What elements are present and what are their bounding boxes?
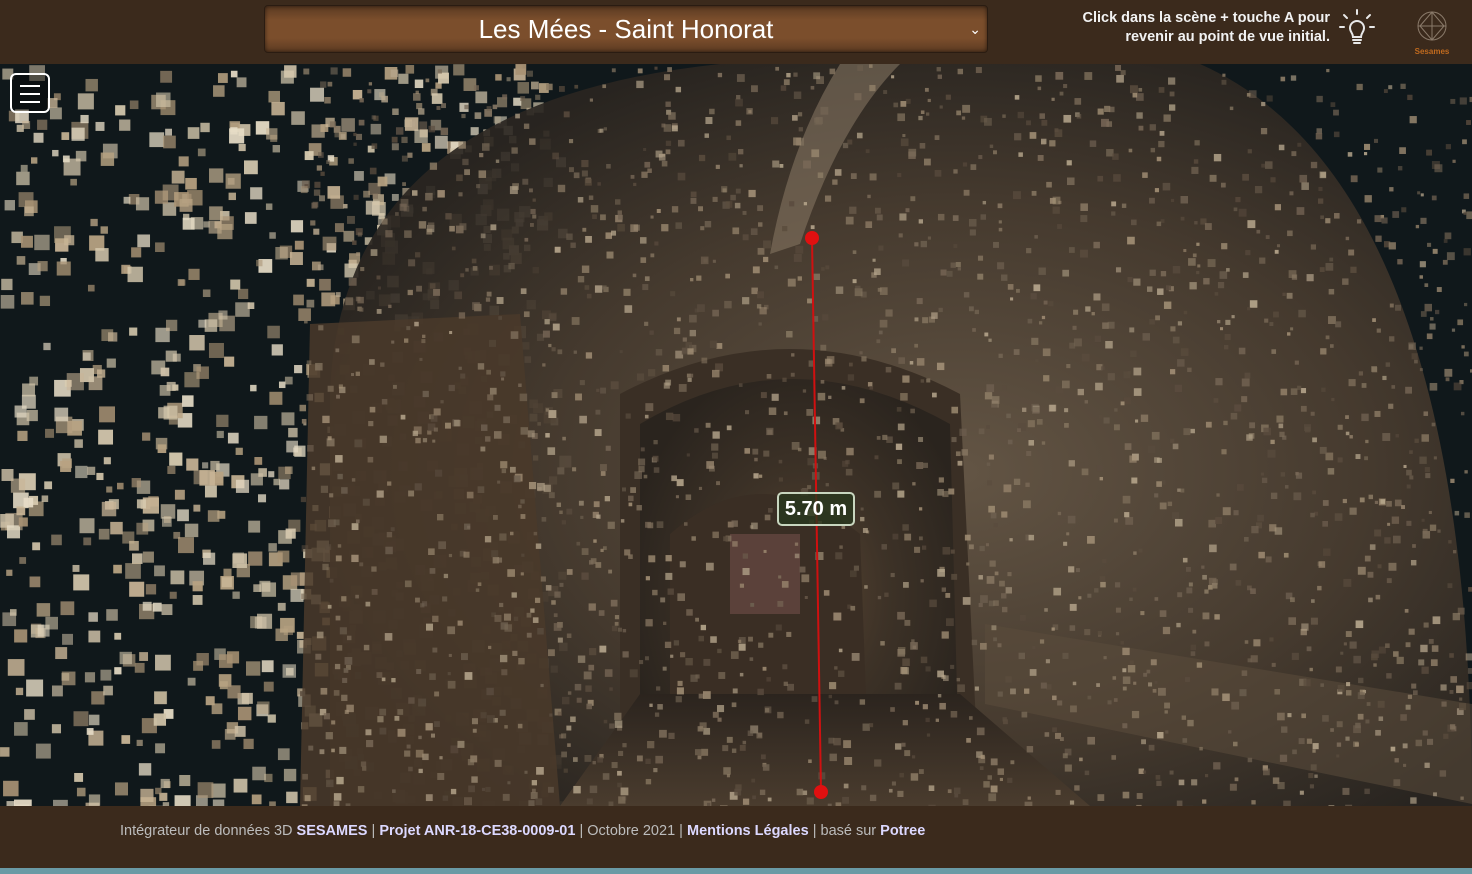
site-select-dropdown[interactable]: Les Mées - Saint Honorat ⌄ bbox=[264, 5, 988, 53]
sesames-logo: Sesames bbox=[1402, 4, 1462, 58]
point-cloud-render[interactable] bbox=[0, 64, 1472, 806]
svg-text:Sesames: Sesames bbox=[1415, 47, 1450, 56]
footer-credits: Intégrateur de données 3D SESAMES | Proj… bbox=[120, 823, 925, 839]
chevron-down-icon: ⌄ bbox=[969, 21, 981, 37]
footer-bar: Intégrateur de données 3D SESAMES | Proj… bbox=[0, 806, 1472, 868]
integrator-text: Intégrateur de données 3D bbox=[120, 823, 293, 839]
legal-link[interactable]: Mentions Légales bbox=[687, 823, 809, 839]
sesames-link[interactable]: SESAMES bbox=[297, 823, 368, 839]
measurement-point-end[interactable] bbox=[814, 785, 828, 799]
separator: | bbox=[371, 823, 376, 839]
based-on-text: basé sur bbox=[820, 823, 877, 839]
potree-viewer: Les Mées - Saint Honorat ⌄ Click dans la… bbox=[0, 0, 1472, 874]
hint-line-2: revenir au point de vue initial. bbox=[1125, 29, 1330, 45]
site-select-value: Les Mées - Saint Honorat bbox=[478, 14, 774, 44]
hamburger-icon bbox=[20, 85, 40, 87]
separator: | bbox=[679, 823, 683, 839]
reset-view-hint: Click dans la scène + touche A pour reve… bbox=[990, 9, 1330, 47]
separator: | bbox=[812, 823, 817, 839]
menu-button[interactable] bbox=[10, 73, 50, 113]
separator: | bbox=[579, 823, 584, 839]
hamburger-icon-bar bbox=[20, 101, 40, 103]
date-text: Octobre 2021 bbox=[587, 823, 676, 839]
potree-link[interactable]: Potree bbox=[880, 823, 925, 839]
measurement-point-start[interactable] bbox=[805, 231, 819, 245]
bottom-accent-bar bbox=[0, 868, 1472, 874]
point-cloud-scene[interactable] bbox=[0, 64, 1472, 806]
lightbulb-icon[interactable] bbox=[1338, 8, 1376, 48]
hint-line-1: Click dans la scène + touche A pour bbox=[1082, 10, 1330, 26]
hamburger-icon-bar bbox=[20, 93, 40, 95]
measurement-label: 5.70 m bbox=[777, 492, 855, 526]
project-link[interactable]: Projet ANR-18-CE38-0009-01 bbox=[379, 823, 575, 839]
header-bar: Les Mées - Saint Honorat ⌄ Click dans la… bbox=[0, 0, 1472, 64]
